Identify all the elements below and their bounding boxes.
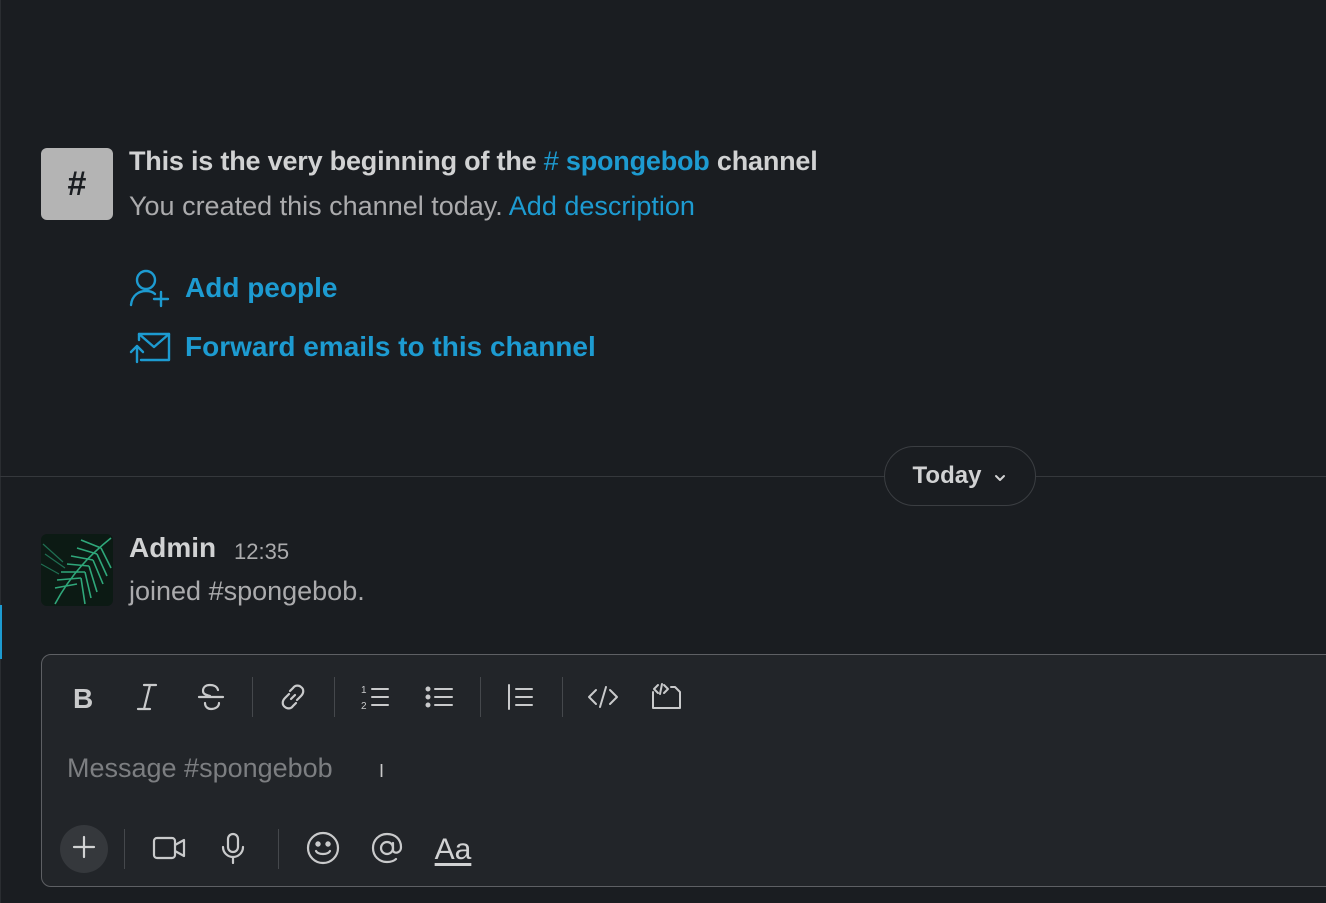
strikethrough-button[interactable]: [193, 679, 229, 715]
hash-icon: #: [67, 164, 87, 203]
bold-icon: B: [70, 682, 96, 712]
forward-email-icon: [129, 330, 171, 364]
channel-hash-icon: #: [41, 148, 113, 220]
code-block-button[interactable]: [649, 679, 685, 715]
text-cursor-icon: I: [379, 761, 385, 781]
message-author[interactable]: Admin: [129, 532, 216, 564]
code-icon: [587, 682, 619, 712]
channel-link[interactable]: # spongebob: [544, 146, 710, 176]
toolbar-separator: [278, 829, 279, 869]
video-icon: [152, 835, 186, 866]
svg-text:B: B: [73, 683, 93, 712]
record-video-button[interactable]: [149, 830, 189, 870]
strikethrough-icon: [197, 682, 225, 712]
bulleted-list-button[interactable]: [421, 679, 457, 715]
channel-hash: #: [543, 146, 559, 176]
emoji-icon: [306, 831, 340, 870]
svg-text:1: 1: [361, 685, 367, 696]
date-divider-line: [0, 476, 1326, 477]
link-icon: [278, 682, 308, 712]
intro-suffix: channel: [716, 146, 818, 176]
toolbar-separator: [334, 677, 335, 717]
ordered-list-icon: 12: [360, 682, 390, 712]
toolbar-separator: [480, 677, 481, 717]
add-people-label: Add people: [185, 272, 338, 303]
forward-emails-button[interactable]: Forward emails to this channel: [129, 330, 596, 364]
plus-icon: [72, 835, 96, 864]
add-person-icon: [129, 268, 171, 308]
toolbar-separator: [252, 677, 253, 717]
add-attachment-button[interactable]: [60, 825, 108, 873]
code-button[interactable]: [585, 679, 621, 715]
left-accent-bar: [0, 605, 2, 659]
italic-button[interactable]: [129, 679, 165, 715]
add-description-link[interactable]: Add description: [509, 191, 695, 221]
channel-created-text: You created this channel today. Add desc…: [129, 191, 695, 222]
created-text: You created this channel today.: [129, 191, 503, 221]
chevron-down-icon: [993, 462, 1007, 490]
message-text: joined #spongebob.: [129, 576, 365, 606]
formatting-toggle-button[interactable]: Aa: [431, 830, 475, 870]
avatar[interactable]: [41, 534, 113, 606]
mention-icon: [370, 831, 404, 870]
message-input[interactable]: [67, 753, 1267, 784]
svg-text:2: 2: [361, 701, 367, 712]
record-audio-button[interactable]: [213, 830, 253, 870]
ordered-list-button[interactable]: 12: [357, 679, 393, 715]
add-people-button[interactable]: Add people: [129, 268, 337, 308]
blockquote-button[interactable]: [502, 679, 538, 715]
bold-button[interactable]: B: [65, 679, 101, 715]
forward-emails-label: Forward emails to this channel: [185, 331, 596, 362]
toolbar-separator: [562, 677, 563, 717]
emoji-button[interactable]: [303, 830, 343, 870]
code-block-icon: [651, 682, 683, 712]
bulleted-list-icon: [424, 682, 454, 712]
left-edge-border: [0, 0, 1, 903]
message-composer: B 12 Message #spongebob I Aa: [41, 654, 1326, 887]
mention-button[interactable]: [367, 830, 407, 870]
date-label: Today: [912, 462, 982, 489]
format-text-label: Aa: [434, 833, 472, 866]
intro-prefix: This is the very beginning of the: [129, 146, 537, 176]
toolbar-separator: [124, 829, 125, 869]
microphone-icon: [220, 832, 246, 869]
message-timestamp[interactable]: 12:35: [234, 539, 289, 565]
italic-icon: [134, 682, 160, 712]
link-button[interactable]: [275, 679, 311, 715]
channel-intro-title: This is the very beginning of the # spon…: [129, 146, 818, 177]
date-jump-button[interactable]: Today: [884, 446, 1036, 506]
channel-name: spongebob: [565, 146, 710, 176]
blockquote-icon: [505, 682, 535, 712]
